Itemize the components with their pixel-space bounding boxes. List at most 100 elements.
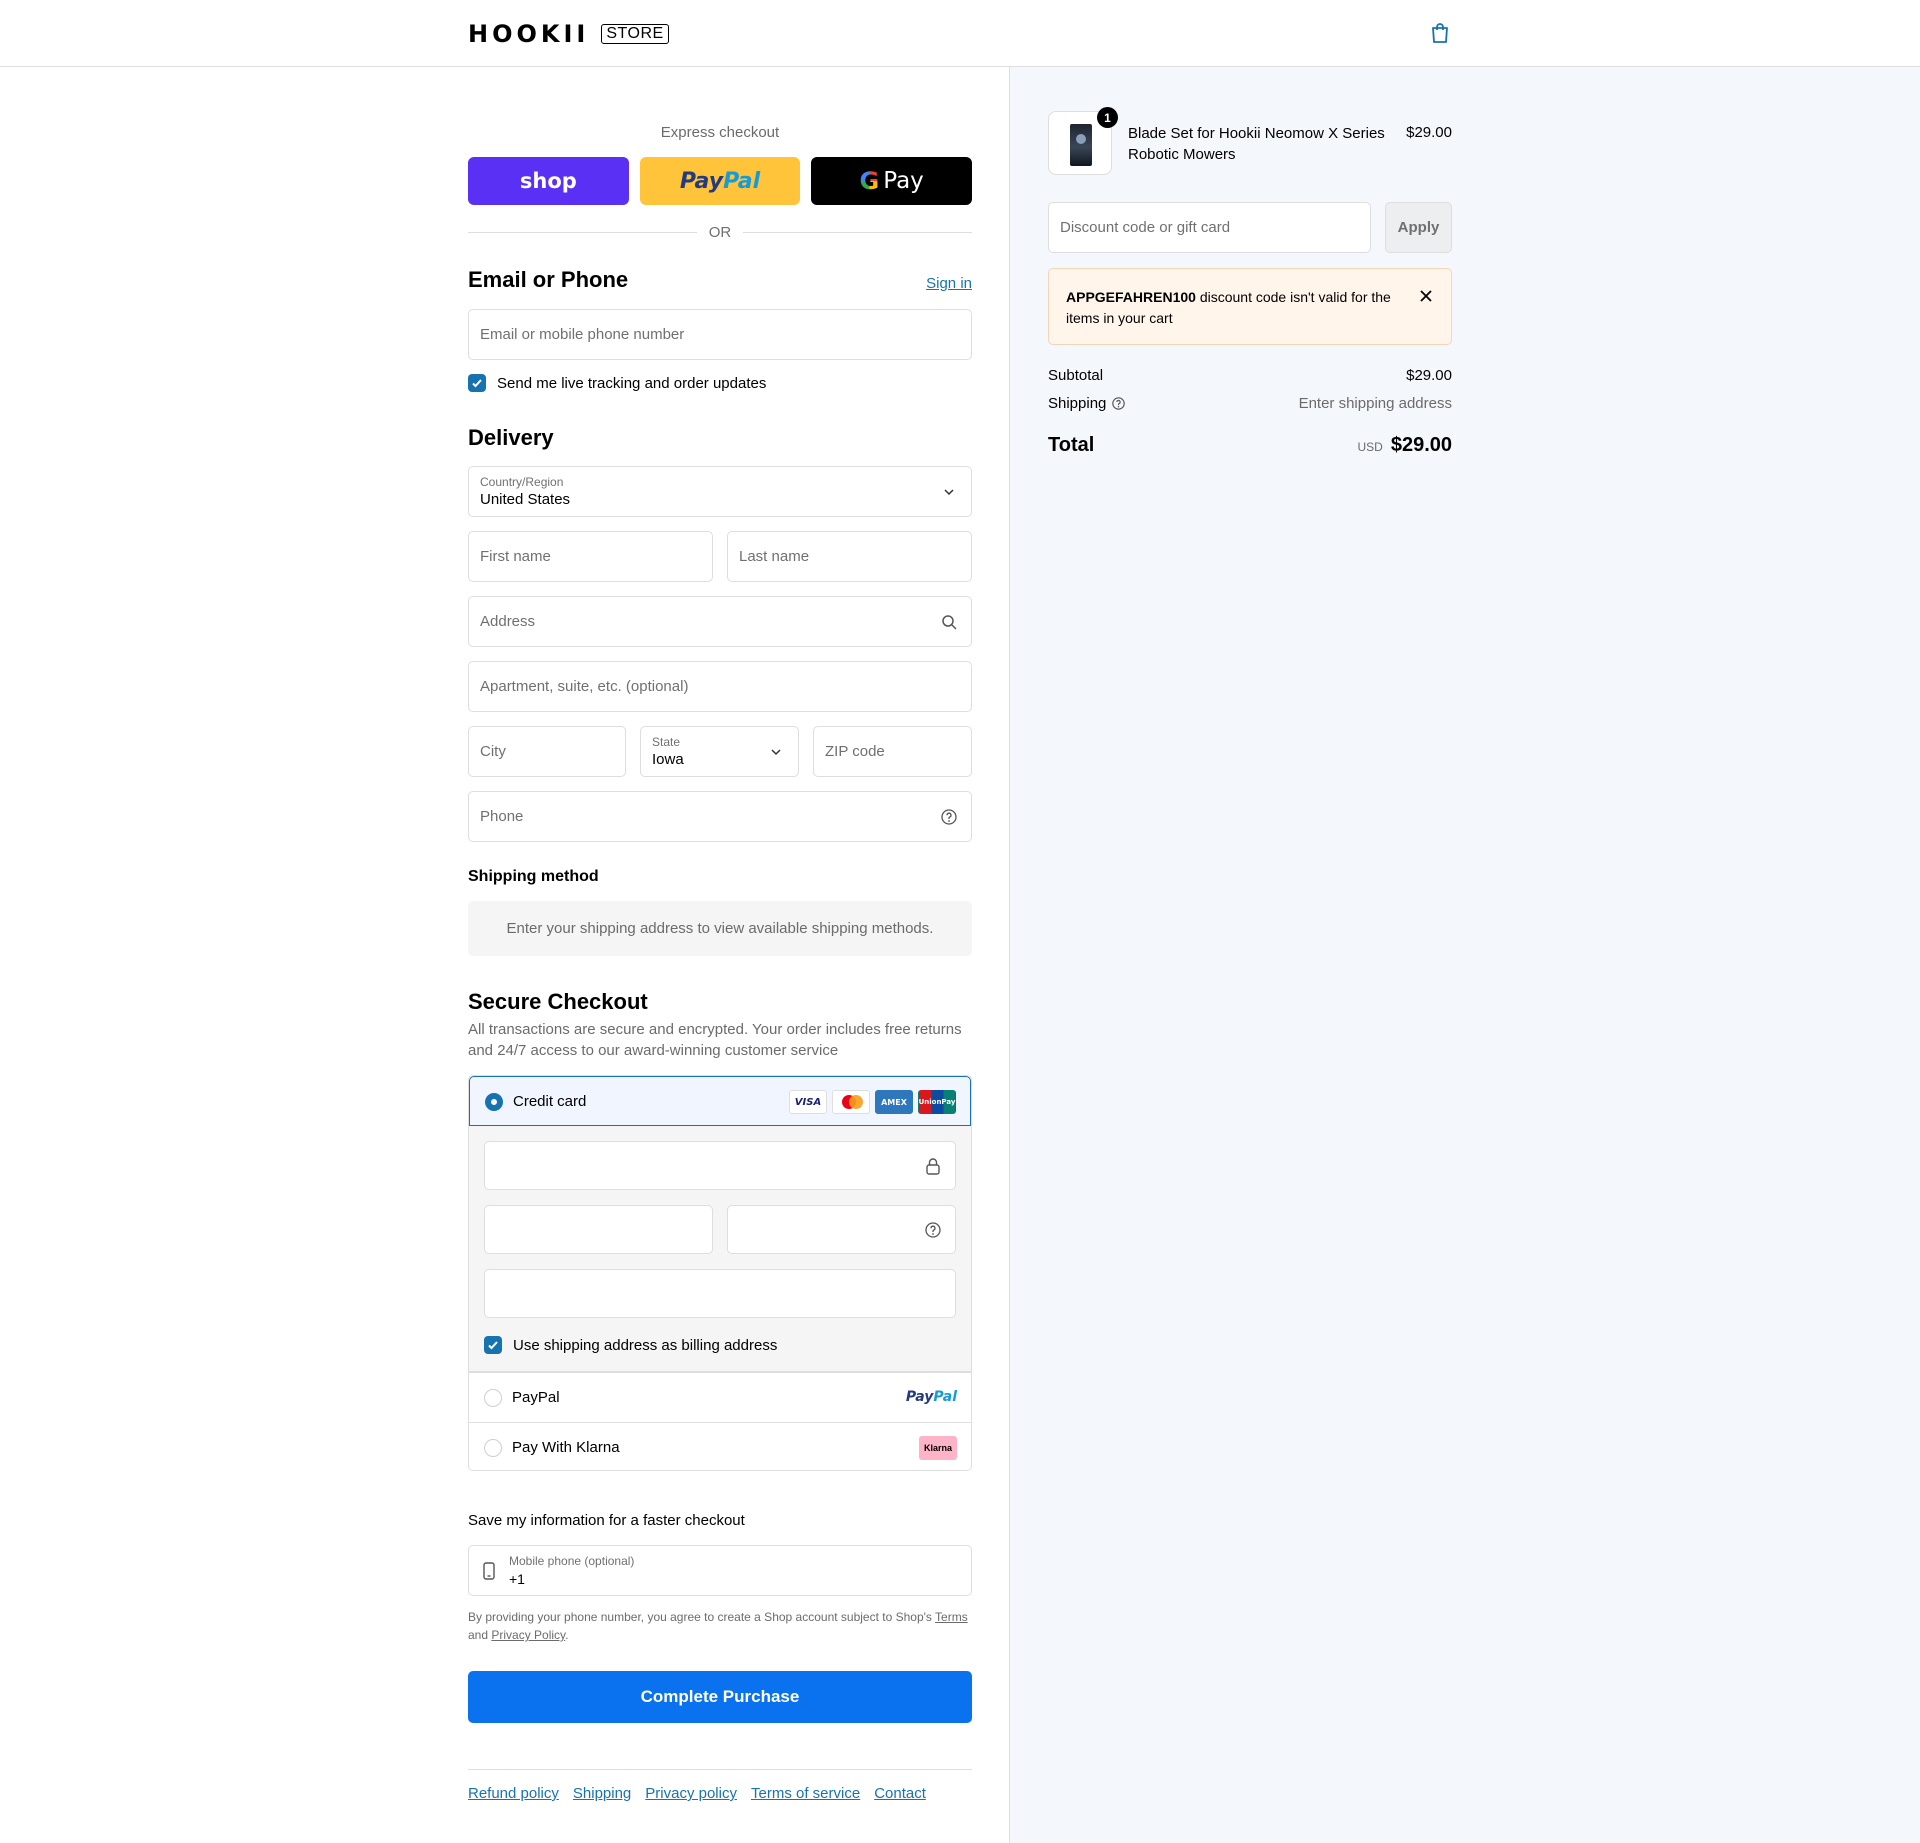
search-icon: [942, 615, 957, 630]
shop-terms-link[interactable]: Terms: [935, 1610, 968, 1624]
logo-wordmark: HOOKII: [468, 20, 590, 48]
privacy-policy-link[interactable]: Privacy policy: [645, 1785, 737, 1802]
secure-checkout-description: All transactions are secure and encrypte…: [468, 1021, 962, 1059]
subtotal-label: Subtotal: [1048, 367, 1104, 384]
card-expiry-field[interactable]: [484, 1205, 713, 1254]
shop-pay-button[interactable]: shop: [468, 157, 629, 205]
last-name-placeholder: Last name: [739, 548, 810, 565]
credit-card-radio[interactable]: [485, 1093, 503, 1111]
mastercard-icon: [832, 1090, 870, 1114]
secure-checkout-heading: Secure Checkout: [468, 989, 648, 1014]
zip-field[interactable]: ZIP code: [813, 726, 972, 777]
divider-line: [468, 232, 697, 233]
google-pay-button[interactable]: G Pay: [811, 157, 973, 205]
product-price: $29.00: [1406, 124, 1452, 141]
city-field[interactable]: City: [468, 726, 626, 777]
paypal-logo-pal: Pal: [723, 168, 761, 194]
country-select[interactable]: Country/Region United States: [468, 466, 972, 517]
sign-in-link[interactable]: Sign in: [926, 275, 972, 292]
divider-line: [743, 232, 972, 233]
last-name-field[interactable]: Last name: [727, 531, 972, 582]
contact-link[interactable]: Contact: [874, 1785, 926, 1802]
save-info-label: Save my information for a faster checkou…: [468, 1512, 745, 1529]
shipping-link[interactable]: Shipping: [573, 1785, 631, 1802]
klarna-logo: Klarna: [919, 1436, 957, 1460]
payment-methods: Credit card VISA AMEX UnionPay Use shipp…: [468, 1075, 972, 1471]
help-circle-icon[interactable]: [925, 1222, 941, 1238]
discount-row: Discount code or gift card Apply: [1048, 202, 1452, 253]
billing-checkbox[interactable]: [484, 1336, 502, 1354]
discount-error-alert: APPGEFAHREN100 discount code isn't valid…: [1048, 268, 1452, 345]
paypal-option[interactable]: PayPal PayPal: [469, 1372, 971, 1422]
or-divider: OR: [468, 224, 972, 241]
apply-discount-button[interactable]: Apply: [1385, 202, 1452, 253]
email-placeholder: Email or mobile phone number: [480, 326, 685, 343]
card-name-field[interactable]: [484, 1269, 956, 1318]
save-info-legal: By providing your phone number, you agre…: [468, 1608, 972, 1644]
or-label: OR: [708, 224, 732, 241]
site-header: HOOKII STORE: [0, 0, 1920, 67]
alert-message: APPGEFAHREN100 discount code isn't valid…: [1066, 287, 1396, 329]
discount-placeholder: Discount code or gift card: [1060, 219, 1231, 236]
terms-of-service-link[interactable]: Terms of service: [751, 1785, 860, 1802]
chevron-down-icon: [771, 749, 781, 756]
close-icon[interactable]: [1419, 289, 1433, 303]
total-row: Total USD $29.00: [1048, 434, 1452, 457]
help-circle-icon[interactable]: [941, 809, 957, 825]
email-field[interactable]: Email or mobile phone number: [468, 309, 972, 360]
shipping-label-group: Shipping: [1048, 395, 1126, 412]
paypal-radio[interactable]: [484, 1389, 502, 1407]
first-name-placeholder: First name: [480, 548, 551, 565]
shop-privacy-link[interactable]: Privacy Policy: [491, 1628, 565, 1642]
billing-label: Use shipping address as billing address: [513, 1336, 778, 1354]
phone-field[interactable]: Phone: [468, 791, 972, 842]
paypal-button[interactable]: Pay Pal: [639, 157, 801, 205]
tracking-checkbox-row: Send me live tracking and order updates: [468, 374, 766, 392]
chevron-down-icon: [944, 489, 954, 496]
address-placeholder: Address: [480, 613, 536, 630]
refund-policy-link[interactable]: Refund policy: [468, 1785, 559, 1802]
phone-placeholder: Phone: [480, 808, 524, 825]
klarna-radio[interactable]: [484, 1439, 502, 1457]
paypal-logo-pay: Pay: [679, 168, 724, 194]
total-value: $29.00: [1390, 434, 1452, 456]
card-logos: VISA AMEX UnionPay: [789, 1090, 956, 1114]
lock-icon: [926, 1158, 940, 1175]
country-value: United States: [480, 491, 571, 508]
address-field[interactable]: Address: [468, 596, 972, 647]
shop-pay-label: shop: [519, 169, 577, 193]
first-name-field[interactable]: First name: [468, 531, 713, 582]
checkmark-icon: [488, 1341, 498, 1350]
google-pay-label: Pay: [883, 168, 924, 194]
discount-code-field[interactable]: Discount code or gift card: [1048, 202, 1371, 253]
shipping-method-notice: Enter your shipping address to view avai…: [468, 901, 972, 956]
klarna-option[interactable]: Pay With Klarna Klarna: [469, 1422, 971, 1470]
tracking-label: Send me live tracking and order updates: [497, 374, 767, 392]
save-phone-value: +1: [509, 1571, 525, 1587]
credit-card-option[interactable]: Credit card VISA AMEX UnionPay: [469, 1076, 971, 1126]
help-circle-icon[interactable]: [1112, 397, 1126, 410]
cart-line-item: 1 Blade Set for Hookii Neomow X Series R…: [1048, 107, 1452, 175]
alert-code: APPGEFAHREN100: [1066, 289, 1196, 305]
apartment-placeholder: Apartment, suite, etc. (optional): [480, 678, 689, 695]
store-logo[interactable]: HOOKII STORE: [468, 22, 669, 46]
complete-purchase-button[interactable]: Complete Purchase: [468, 1671, 972, 1723]
unionpay-icon: UnionPay: [918, 1090, 956, 1114]
save-phone-field[interactable]: Mobile phone (optional) +1: [468, 1545, 972, 1596]
state-select[interactable]: State Iowa: [640, 726, 799, 777]
amex-icon: AMEX: [875, 1090, 913, 1114]
tracking-checkbox[interactable]: [468, 374, 486, 392]
legal-text: By providing your phone number, you agre…: [468, 1610, 932, 1624]
apartment-field[interactable]: Apartment, suite, etc. (optional): [468, 661, 972, 712]
delivery-heading: Delivery: [468, 425, 554, 450]
save-phone-label: Mobile phone (optional): [509, 1554, 635, 1568]
shipping-method-heading: Shipping method: [468, 868, 599, 885]
logo-store-badge: STORE: [601, 24, 669, 44]
country-label: Country/Region: [480, 475, 564, 489]
card-cvv-field[interactable]: [727, 1205, 956, 1254]
shipping-row: Shipping Enter shipping address: [1048, 395, 1452, 412]
klarna-label: Pay With Klarna: [512, 1439, 620, 1456]
quantity-badge: 1: [1097, 107, 1118, 128]
card-number-field[interactable]: [484, 1141, 956, 1190]
shopping-bag-icon[interactable]: [1430, 22, 1450, 44]
